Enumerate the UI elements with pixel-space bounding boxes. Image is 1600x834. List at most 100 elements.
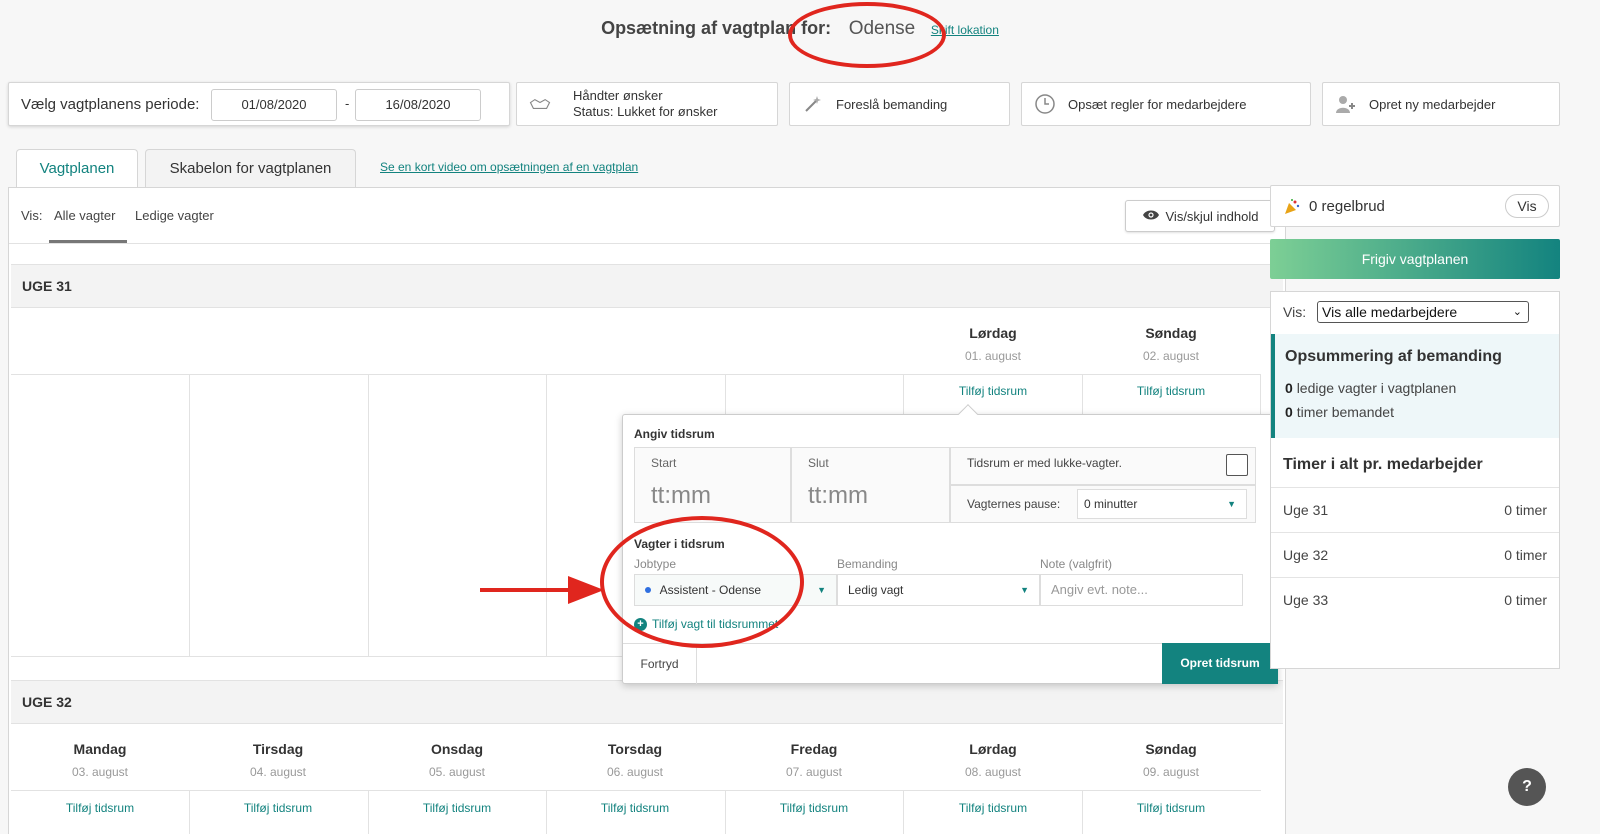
day-date: 02. august [1142, 349, 1200, 363]
staffing-select[interactable]: Ledig vagt ▼ [837, 574, 1040, 606]
rule-breaks-count: 0 regelbrud [1309, 198, 1385, 215]
annotation-ellipse-location [788, 2, 946, 68]
week-hours: 0 timer [1504, 502, 1547, 518]
week-hours: 0 timer [1504, 592, 1547, 608]
grid-line [725, 374, 726, 414]
new-employee-button[interactable]: Opret ny medarbejder [1322, 82, 1560, 126]
filter-free-shifts[interactable]: Ledige vagter [135, 208, 214, 223]
week-label: Uge 32 [1283, 547, 1329, 563]
create-timeslot-button[interactable]: Opret tidsrum [1162, 643, 1278, 684]
day-header: Søndag 02. august [1082, 325, 1260, 363]
break-label: Vagternes pause: [967, 497, 1061, 511]
closing-checkbox[interactable] [1226, 454, 1248, 476]
popup-footer: Fortryd Opret tidsrum [623, 643, 1278, 684]
day-name: Søndag [1145, 325, 1197, 341]
add-slot-link[interactable]: Tilføj tidsrum [11, 801, 189, 815]
add-slot-link[interactable]: Tilføj tidsrum [546, 801, 724, 815]
toggle-content-label: Vis/skjul indhold [1165, 208, 1259, 224]
day-date: 03. august [71, 765, 129, 779]
suggest-staffing-button[interactable]: Foreslå bemanding [789, 82, 1010, 126]
annotation-arrow [480, 576, 604, 604]
cancel-button[interactable]: Fortryd [623, 644, 697, 684]
week-label: Uge 31 [1283, 502, 1329, 518]
party-icon [1283, 198, 1301, 219]
popup-title: Angiv tidsrum [634, 427, 715, 441]
week-hours-row: Uge 33 0 timer [1271, 577, 1559, 622]
video-link[interactable]: Se en kort video om opsætningen af en va… [380, 160, 638, 174]
staffed-hours-count: 0 [1285, 404, 1293, 420]
staffed-hours-text: timer bemandet [1296, 404, 1394, 420]
day-name: Søndag [1145, 741, 1197, 757]
week-31-header: UGE 31 [11, 264, 1283, 308]
free-shifts-count: 0 [1285, 380, 1293, 396]
rule-breaks-box: 0 regelbrud Vis [1270, 185, 1560, 227]
toggle-content-button[interactable]: Vis/skjul indhold [1125, 200, 1275, 232]
add-slot-link[interactable]: Tilføj tidsrum [368, 801, 546, 815]
add-slot-link[interactable]: Tilføj tidsrum [725, 801, 903, 815]
add-slot-link[interactable]: Tilføj tidsrum [189, 801, 367, 815]
period-separator: - [345, 96, 350, 111]
start-placeholder: tt:mm [651, 482, 711, 509]
view-label: Vis: [21, 208, 43, 223]
add-slot-link[interactable]: Tilføj tidsrum [904, 384, 1082, 398]
release-schedule-button[interactable]: Frigiv vagtplanen [1270, 239, 1560, 279]
note-input[interactable]: Angiv evt. note... [1040, 574, 1243, 606]
set-rules-button[interactable]: Opsæt regler for medarbejdere [1021, 82, 1311, 126]
period-label: Vælg vagtplanens periode: [21, 96, 200, 113]
add-slot-link[interactable]: Tilføj tidsrum [1082, 384, 1260, 398]
break-select[interactable]: 0 minutter ▼ [1077, 489, 1247, 519]
add-slot-link[interactable]: Tilføj tidsrum [904, 801, 1082, 815]
staffing-label: Bemanding [837, 557, 898, 571]
grid-line [189, 374, 190, 656]
handle-wishes-button[interactable]: Håndter ønsker Status: Lukket for ønsker [516, 82, 778, 126]
day-name: Fredag [790, 741, 838, 757]
week-hours-row: Uge 31 0 timer [1271, 487, 1559, 532]
closing-label: Tidsrum er med lukke-vagter. [967, 456, 1122, 470]
day-name: Torsdag [607, 741, 663, 757]
tab-schedule[interactable]: Vagtplanen [16, 149, 138, 188]
tab-template[interactable]: Skabelon for vagtplanen [145, 149, 356, 187]
start-time-field[interactable]: Start tt:mm [634, 447, 791, 523]
week-hours: 0 timer [1504, 547, 1547, 563]
free-shifts-line: 0 ledige vagter i vagtplanen [1285, 380, 1456, 396]
grid-line [11, 790, 1261, 791]
day-date: 06. august [606, 765, 664, 779]
closing-shift-option: Tidsrum er med lukke-vagter. [950, 447, 1256, 485]
active-filter-underline [49, 240, 127, 243]
employee-filter-select[interactable]: Vis alle medarbejdere ⌄ [1317, 301, 1529, 323]
grid-line [11, 374, 1261, 375]
staffing-sidebar: Vis: Vis alle medarbejdere ⌄ Opsummering… [1270, 291, 1560, 669]
day-header: Onsdag 05. august [368, 741, 546, 779]
day-name: Lørdag [969, 741, 1017, 757]
grid-line [1260, 374, 1261, 414]
break-option: Vagternes pause: 0 minutter ▼ [950, 485, 1256, 523]
chevron-down-icon: ▼ [1020, 585, 1029, 595]
day-header: Lørdag 08. august [904, 741, 1082, 779]
chevron-down-icon: ▼ [1227, 499, 1236, 509]
day-date: 04. august [249, 765, 307, 779]
end-time-field[interactable]: Slut tt:mm [791, 447, 950, 523]
chevron-down-icon: ▼ [817, 585, 826, 595]
day-name: Mandag [73, 741, 127, 757]
wishes-title: Håndter ønsker [573, 88, 663, 103]
show-rule-breaks-button[interactable]: Vis [1505, 194, 1549, 218]
crown-icon [529, 93, 551, 115]
period-from-input[interactable]: 01/08/2020 [211, 89, 337, 121]
period-selector: Vælg vagtplanens periode: 01/08/2020 - 1… [8, 82, 510, 126]
week-hours-row: Uge 32 0 timer [1271, 532, 1559, 577]
day-header: Tirsdag 04. august [189, 741, 367, 779]
period-to-input[interactable]: 16/08/2020 [355, 89, 481, 121]
filter-all-shifts[interactable]: Alle vagter [54, 208, 115, 223]
day-date: 08. august [964, 765, 1022, 779]
week-32-header: UGE 32 [11, 680, 1283, 724]
staffing-value: Ledig vagt [848, 583, 904, 597]
eye-icon [1142, 209, 1160, 224]
free-shifts-text: ledige vagter i vagtplanen [1296, 380, 1457, 396]
add-slot-link[interactable]: Tilføj tidsrum [1082, 801, 1260, 815]
add-user-icon [1335, 93, 1357, 115]
magic-wand-icon [802, 93, 824, 115]
hours-per-employee-title: Timer i alt pr. medarbejder [1283, 456, 1483, 473]
help-button[interactable]: ? [1508, 768, 1546, 806]
day-date: 09. august [1142, 765, 1200, 779]
day-header: Fredag 07. august [725, 741, 903, 779]
